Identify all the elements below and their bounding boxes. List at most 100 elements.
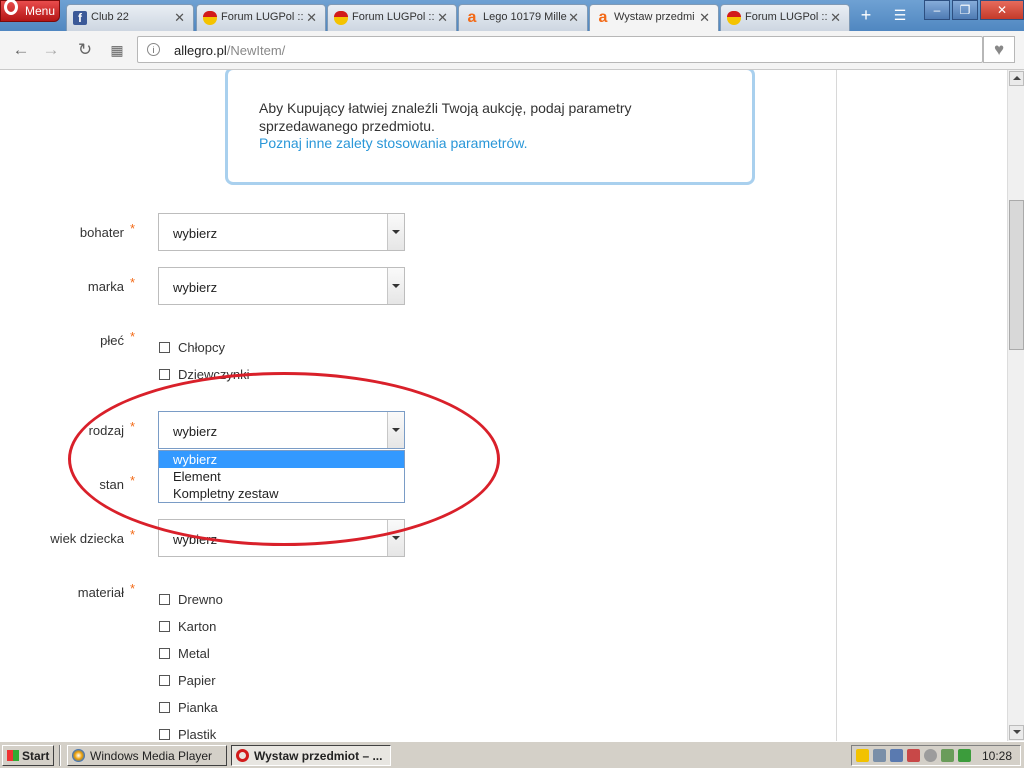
opera-menu-button[interactable]: Menu — [0, 0, 60, 22]
dropdown-option-wybierz[interactable]: wybierz — [159, 451, 404, 468]
restore-icon[interactable]: ❐ — [952, 0, 978, 20]
address-bar[interactable]: i allegro.pl/NewItem/ — [137, 36, 983, 63]
taskbar-separator — [59, 745, 61, 766]
checkbox-plastik[interactable] — [159, 729, 170, 740]
tab-title: Forum LUGPol :: — [745, 11, 828, 23]
back-arrow-icon[interactable]: ← — [11, 40, 31, 60]
checkbox-label[interactable]: Metal — [178, 646, 210, 661]
field-label-bohater: bohater — [79, 225, 124, 240]
allegro-icon: a — [467, 9, 477, 26]
checkbox-label[interactable]: Chłopcy — [178, 340, 225, 355]
tab-close-icon[interactable]: ✕ — [437, 10, 448, 26]
checkbox-chlopcy[interactable] — [159, 342, 170, 353]
checkbox-pianka[interactable] — [159, 702, 170, 713]
speed-dial-grid-icon[interactable]: ▦ — [107, 40, 127, 60]
required-asterisk: * — [130, 527, 136, 542]
checkbox-label[interactable]: Dziewczynki — [178, 367, 250, 382]
task-label: Windows Media Player — [90, 749, 213, 763]
tab-close-icon[interactable]: ✕ — [830, 10, 841, 26]
tab-lego-10179[interactable]: a Lego 10179 Mille ✕ — [458, 4, 588, 31]
checkbox-label[interactable]: Karton — [178, 619, 216, 634]
page-content: Aby Kupujący łatwiej znaleźli Twoją aukc… — [0, 70, 1007, 741]
tab-forum-lugpol-3[interactable]: Forum LUGPol :: ✕ — [720, 4, 850, 31]
checkbox-karton[interactable] — [159, 621, 170, 632]
dropdown-option-element[interactable]: Element — [159, 468, 404, 485]
tab-forum-lugpol-2[interactable]: Forum LUGPol :: ✕ — [327, 4, 457, 31]
forward-arrow-icon[interactable]: → — [41, 40, 61, 60]
lugpol-icon — [727, 11, 741, 25]
checkbox-label[interactable]: Papier — [178, 673, 216, 688]
rodzaj-dropdown-list: wybierz Element Kompletny zestaw — [158, 450, 405, 503]
windows-taskbar: Start Windows Media Player Wystaw przedm… — [0, 741, 1024, 768]
usb-device-icon[interactable] — [941, 749, 954, 762]
new-tab-plus-icon[interactable]: + — [853, 4, 879, 26]
checkbox-papier[interactable] — [159, 675, 170, 686]
start-label: Start — [22, 749, 50, 763]
tab-club22[interactable]: f Club 22 ✕ — [66, 4, 194, 31]
tab-close-icon[interactable]: ✕ — [174, 10, 185, 26]
speaker-icon[interactable] — [890, 749, 903, 762]
opera-icon — [236, 749, 249, 762]
reload-icon[interactable]: ↻ — [75, 40, 95, 60]
checkbox-drewno[interactable] — [159, 594, 170, 605]
network-icon[interactable] — [873, 749, 886, 762]
wifi-signal-icon[interactable] — [958, 749, 971, 762]
select-value: wybierz — [173, 532, 218, 547]
select-bohater[interactable]: wybierz — [158, 213, 405, 251]
dropdown-arrow-icon[interactable] — [387, 520, 404, 556]
checkbox-metal[interactable] — [159, 648, 170, 659]
tab-title: Club 22 — [91, 11, 129, 23]
dropdown-arrow-icon[interactable] — [387, 214, 404, 250]
tab-close-icon[interactable]: ✕ — [568, 10, 579, 26]
scrollbar-thumb[interactable] — [1009, 200, 1024, 350]
allegro-icon: a — [598, 9, 608, 26]
required-asterisk: * — [130, 329, 136, 344]
dropdown-arrow-icon[interactable] — [387, 412, 404, 448]
minimize-icon[interactable]: – — [924, 0, 950, 20]
task-opera-wystaw-przedmiot[interactable]: Wystaw przedmiot – ... — [231, 745, 391, 766]
tab-title: Lego 10179 Mille — [483, 11, 567, 23]
info-text: Aby Kupujący łatwiej znaleźli Twoją aukc… — [259, 100, 632, 134]
dropdown-option-kompletny-zestaw[interactable]: Kompletny zestaw — [159, 485, 404, 502]
bookmark-heart-icon[interactable]: ♥ — [983, 36, 1015, 63]
start-button[interactable]: Start — [2, 745, 54, 766]
checkbox-label[interactable]: Pianka — [178, 700, 218, 715]
lugpol-icon — [334, 11, 348, 25]
dropdown-arrow-icon[interactable] — [387, 268, 404, 304]
tab-title: Forum LUGPol :: — [221, 11, 304, 23]
required-asterisk: * — [130, 419, 136, 434]
select-wiek-dziecka[interactable]: wybierz — [158, 519, 405, 557]
tab-close-icon[interactable]: ✕ — [699, 10, 710, 26]
tab-wystaw-przedmiot[interactable]: a Wystaw przedmi ✕ — [589, 4, 719, 32]
tab-title: Forum LUGPol :: — [352, 11, 435, 23]
scroll-down-arrow-icon[interactable] — [1009, 725, 1024, 740]
sidebar-divider — [836, 70, 837, 741]
navigation-bar: ← → ↻ ▦ i allegro.pl/NewItem/ ♥ — [0, 31, 1024, 70]
checkbox-label[interactable]: Drewno — [178, 592, 223, 607]
field-label-marka: marka — [87, 279, 124, 294]
shield-icon[interactable] — [856, 749, 869, 762]
field-label-stan: stan — [99, 477, 124, 492]
site-info-icon[interactable]: i — [147, 43, 160, 56]
checkbox-label[interactable]: Plastik — [178, 727, 216, 741]
opera-logo-icon — [4, 0, 18, 15]
tab-forum-lugpol-1[interactable]: Forum LUGPol :: ✕ — [196, 4, 326, 31]
window-close-icon[interactable]: ✕ — [980, 0, 1024, 20]
clock: 10:28 — [981, 749, 1012, 763]
browser-tab-bar: Menu f Club 22 ✕ Forum LUGPol :: ✕ Forum… — [0, 0, 1024, 32]
menu-label: Menu — [25, 4, 56, 18]
info-link[interactable]: Poznaj inne zalety stosowania parametrów… — [259, 135, 527, 151]
windows-logo-icon — [7, 750, 19, 761]
security-alert-icon[interactable] — [907, 749, 920, 762]
tab-close-icon[interactable]: ✕ — [306, 10, 317, 26]
task-windows-media-player[interactable]: Windows Media Player — [67, 745, 227, 766]
settings-icon[interactable] — [924, 749, 937, 762]
select-rodzaj[interactable]: wybierz — [158, 411, 405, 449]
scroll-up-arrow-icon[interactable] — [1009, 71, 1024, 86]
select-marka[interactable]: wybierz — [158, 267, 405, 305]
media-player-icon — [72, 749, 85, 762]
field-label-plec: płeć — [100, 333, 124, 348]
vertical-scrollbar[interactable] — [1007, 70, 1024, 741]
checkbox-dziewczynki[interactable] — [159, 369, 170, 380]
tab-menu-icon[interactable]: ☰ — [887, 4, 913, 26]
